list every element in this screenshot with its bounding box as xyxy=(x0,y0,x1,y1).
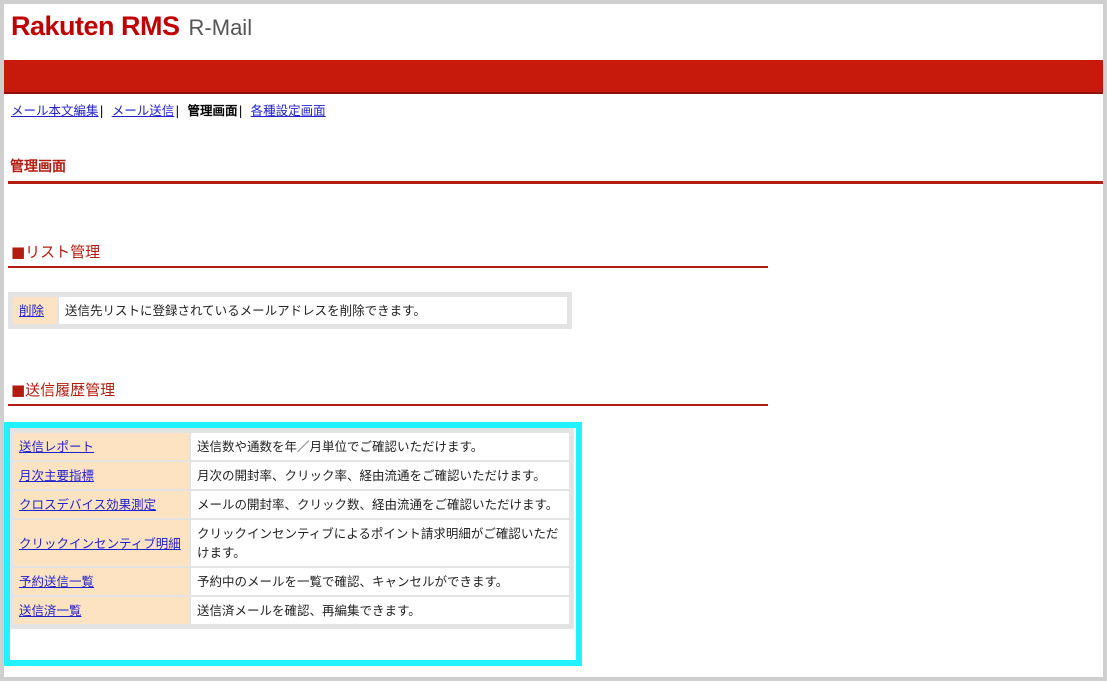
nav-settings[interactable]: 各種設定画面 xyxy=(251,103,326,118)
table-desc-cell: 送信済メールを確認、再編集できます。 xyxy=(191,597,569,624)
table-row: 送信済一覧 送信済メールを確認、再編集できます。 xyxy=(13,597,569,624)
nav-separator: | xyxy=(99,103,104,118)
table-key-cell: クロスデバイス効果測定 xyxy=(13,491,189,518)
history-table-box: 送信レポート 送信数や通数を年／月単位でご確認いただけます。 月次主要指標 月次… xyxy=(8,428,574,629)
scheduled-list-link[interactable]: 予約送信一覧 xyxy=(19,574,94,589)
monthly-kpi-link[interactable]: 月次主要指標 xyxy=(19,468,94,483)
table-row: クロスデバイス効果測定 メールの開封率、クリック数、経由流通をご確認いただけます… xyxy=(13,491,569,518)
page-title: 管理画面 xyxy=(10,159,66,175)
nav-admin-current: 管理画面 xyxy=(187,103,238,118)
table-desc-cell: 予約中のメールを一覧で確認、キャンセルができます。 xyxy=(191,568,569,595)
table-desc-cell: メールの開封率、クリック数、経由流通をご確認いただけます。 xyxy=(191,491,569,518)
section-rule-list xyxy=(8,266,768,268)
logo-r-mail: R-Mail xyxy=(188,15,253,40)
section-title-history: ■送信履歴管理 xyxy=(11,381,116,399)
table-desc-cell: 送信先リストに登録されているメールアドレスを削除できます。 xyxy=(59,297,567,324)
page-title-rule xyxy=(8,181,1103,184)
table-key-cell: 月次主要指標 xyxy=(13,462,189,489)
section-rule-history xyxy=(8,404,768,406)
table-row: 送信レポート 送信数や通数を年／月単位でご確認いただけます。 xyxy=(13,433,569,460)
table-row: クリックインセンティブ明細 クリックインセンティブによるポイント請求明細がご確認… xyxy=(13,520,569,566)
list-table-box: 削除 送信先リストに登録されているメールアドレスを削除できます。 xyxy=(8,292,572,329)
top-nav: メール本文編集| メール送信| 管理画面| 各種設定画面 xyxy=(11,100,326,119)
nav-separator: | xyxy=(175,103,180,118)
table-desc-cell: クリックインセンティブによるポイント請求明細がご確認いただけます。 xyxy=(191,520,569,566)
nav-separator: | xyxy=(238,103,243,118)
table-desc-cell: 送信数や通数を年／月単位でご確認いただけます。 xyxy=(191,433,569,460)
table-row: 削除 送信先リストに登録されているメールアドレスを削除できます。 xyxy=(13,297,567,324)
table-key-cell: 送信レポート xyxy=(13,433,189,460)
table-key-cell: 予約送信一覧 xyxy=(13,568,189,595)
sent-list-link[interactable]: 送信済一覧 xyxy=(19,603,82,618)
header-bar xyxy=(4,60,1103,94)
delete-link[interactable]: 削除 xyxy=(19,303,44,318)
section-title-list: ■リスト管理 xyxy=(11,243,101,261)
logo-rakuten-rms: Rakuten RMS xyxy=(11,11,180,41)
nav-mail-edit[interactable]: メール本文編集 xyxy=(11,103,99,118)
list-table: 削除 送信先リストに登録されているメールアドレスを削除できます。 xyxy=(11,295,569,326)
app-logo: Rakuten RMS R-Mail xyxy=(11,11,252,45)
table-key-cell: 削除 xyxy=(13,297,57,324)
click-incentive-link[interactable]: クリックインセンティブ明細 xyxy=(19,536,181,551)
table-row: 予約送信一覧 予約中のメールを一覧で確認、キャンセルができます。 xyxy=(13,568,569,595)
table-key-cell: 送信済一覧 xyxy=(13,597,189,624)
cross-device-link[interactable]: クロスデバイス効果測定 xyxy=(19,497,156,512)
send-report-link[interactable]: 送信レポート xyxy=(19,439,94,454)
table-row: 月次主要指標 月次の開封率、クリック率、経由流通をご確認いただけます。 xyxy=(13,462,569,489)
table-key-cell: クリックインセンティブ明細 xyxy=(13,520,189,566)
table-desc-cell: 月次の開封率、クリック率、経由流通をご確認いただけます。 xyxy=(191,462,569,489)
nav-mail-send[interactable]: メール送信 xyxy=(112,103,175,118)
history-table: 送信レポート 送信数や通数を年／月単位でご確認いただけます。 月次主要指標 月次… xyxy=(11,431,571,626)
